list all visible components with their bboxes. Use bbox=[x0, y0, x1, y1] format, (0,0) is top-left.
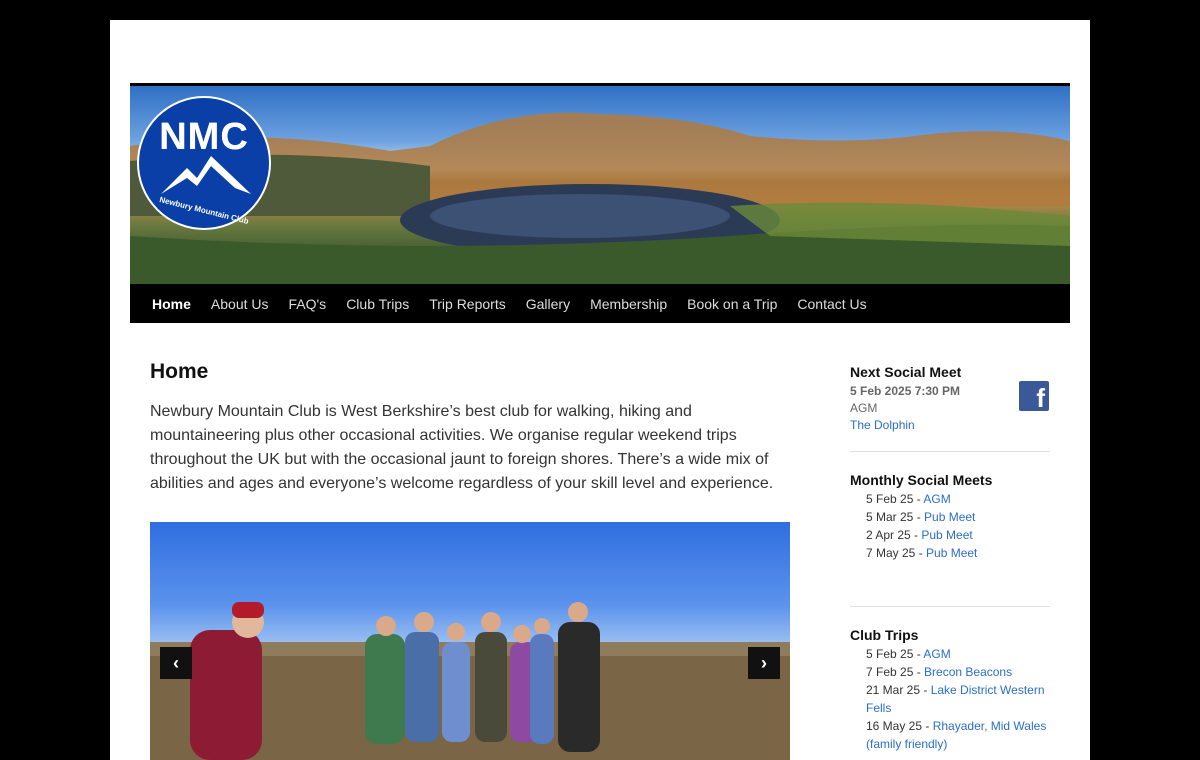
nav-club-trips[interactable]: Club Trips bbox=[346, 296, 409, 312]
trip-link[interactable]: AGM bbox=[923, 647, 950, 661]
main-content: Home Newbury Mountain Club is West Berks… bbox=[150, 360, 790, 496]
nav-faqs[interactable]: FAQ's bbox=[289, 296, 327, 312]
nav-membership[interactable]: Membership bbox=[590, 296, 667, 312]
facebook-icon[interactable]: f bbox=[1019, 381, 1049, 411]
list-item: 5 Mar 25 - Pub Meet bbox=[866, 510, 976, 524]
list-item: 2 Apr 25 - Pub Meet bbox=[866, 528, 973, 542]
sidebar-divider bbox=[850, 451, 1050, 452]
page-container: NMC Newbury Mountain Club Home About Us … bbox=[110, 20, 1090, 760]
club-trips-title: Club Trips bbox=[850, 627, 919, 643]
header-banner-image: NMC Newbury Mountain Club bbox=[130, 86, 1070, 284]
sidebar: Next Social Meet 5 Feb 2025 7:30 PM AGM … bbox=[850, 364, 1050, 753]
club-trips-widget: Club Trips 5 Feb 25 - AGM 7 Feb 25 - Bre… bbox=[850, 627, 1050, 753]
event-link[interactable]: AGM bbox=[923, 492, 950, 506]
monthly-social-meets-title: Monthly Social Meets bbox=[850, 472, 993, 488]
slider-next-button[interactable]: › bbox=[748, 647, 780, 679]
next-social-meet-widget: Next Social Meet 5 Feb 2025 7:30 PM AGM … bbox=[850, 364, 1050, 432]
list-item: 7 May 25 - Pub Meet bbox=[866, 546, 978, 560]
monthly-social-meets-widget: Monthly Social Meets 5 Feb 25 - AGM 5 Ma… bbox=[850, 472, 1050, 562]
slider-prev-button[interactable]: ‹ bbox=[160, 647, 192, 679]
list-item: 16 May 25 - Rhayader, Mid Wales (family … bbox=[866, 719, 1047, 751]
event-link[interactable]: Pub Meet bbox=[921, 528, 972, 542]
nav-home[interactable]: Home bbox=[152, 296, 191, 312]
event-link[interactable]: Pub Meet bbox=[924, 510, 975, 524]
nav-contact-us[interactable]: Contact Us bbox=[797, 296, 866, 312]
club-trips-list: 5 Feb 25 - AGM 7 Feb 25 - Brecon Beacons… bbox=[850, 645, 1050, 753]
photo-slider[interactable]: ‹ › bbox=[150, 522, 790, 760]
monthly-social-list: 5 Feb 25 - AGM 5 Mar 25 - Pub Meet 2 Apr… bbox=[850, 490, 1050, 562]
main-navigation: Home About Us FAQ's Club Trips Trip Repo… bbox=[130, 284, 1070, 323]
sidebar-divider bbox=[850, 606, 1050, 607]
nav-trip-reports[interactable]: Trip Reports bbox=[429, 296, 506, 312]
list-item: 5 Feb 25 - AGM bbox=[866, 647, 951, 661]
next-social-venue-link[interactable]: The Dolphin bbox=[850, 418, 915, 432]
trip-link[interactable]: Brecon Beacons bbox=[924, 665, 1012, 679]
nav-book-on-a-trip[interactable]: Book on a Trip bbox=[687, 296, 777, 312]
group-photo bbox=[150, 602, 790, 760]
list-item: 5 Feb 25 - AGM bbox=[866, 492, 951, 506]
nav-gallery[interactable]: Gallery bbox=[526, 296, 570, 312]
nav-about-us[interactable]: About Us bbox=[211, 296, 269, 312]
next-social-meet-title: Next Social Meet bbox=[850, 364, 962, 380]
intro-paragraph: Newbury Mountain Club is West Berkshire’… bbox=[150, 403, 774, 492]
club-logo[interactable]: NMC Newbury Mountain Club bbox=[137, 96, 271, 230]
event-link[interactable]: Pub Meet bbox=[926, 546, 977, 560]
page-title: Home bbox=[150, 360, 209, 383]
list-item: 21 Mar 25 - Lake District Western Fells bbox=[866, 683, 1045, 715]
list-item: 7 Feb 25 - Brecon Beacons bbox=[866, 665, 1013, 679]
